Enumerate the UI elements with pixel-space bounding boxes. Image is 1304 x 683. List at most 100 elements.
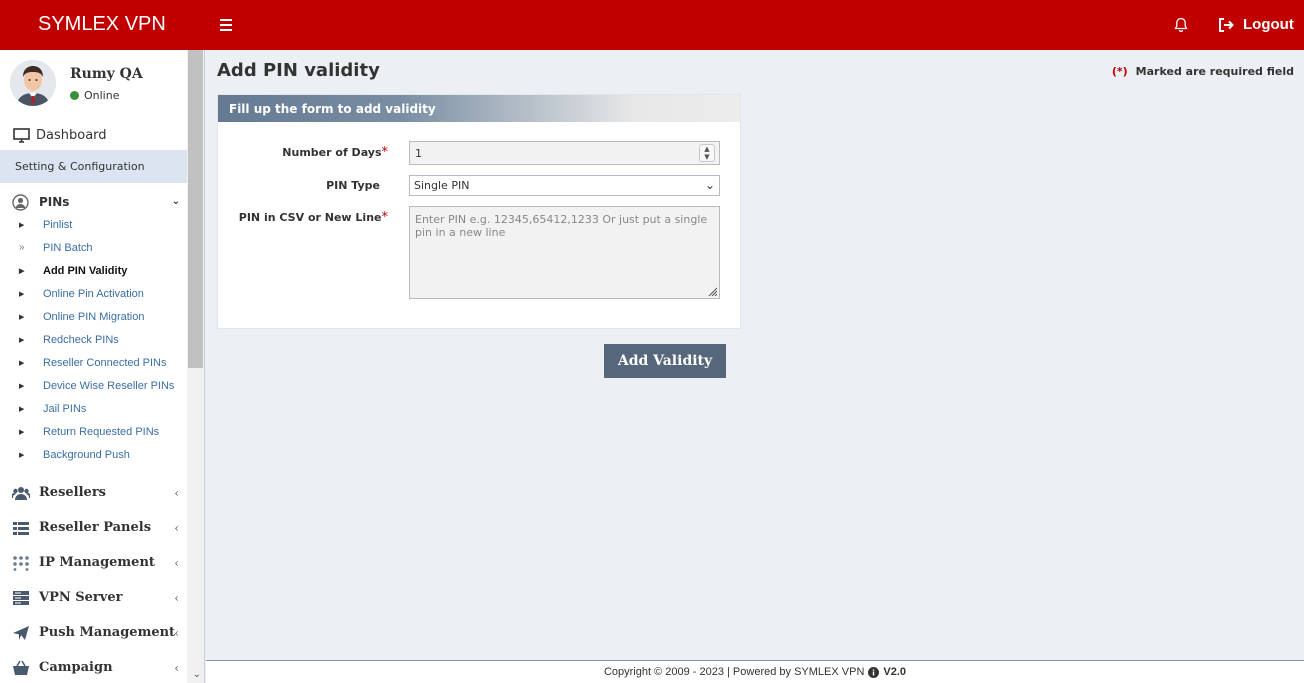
footer-version: V2.0 [883,666,907,678]
sidebar-item-campaign[interactable]: Campaign ‹ [0,650,188,683]
sidebar-item-push-management[interactable]: Push Management ‹ [0,615,188,650]
sidebar-item-return-requested-pins[interactable]: ▶ Return Requested PINs [0,420,188,443]
sidebar-scrollbar-thumb[interactable] [188,50,203,368]
pins-label: PIN in CSV or New Line* [228,210,388,225]
pins-textarea-placeholder: Enter PIN e.g. 12345,65412,1233 Or just … [415,213,708,239]
sidebar-item-redcheck-pins[interactable]: ▶ Redcheck PINs [0,328,188,351]
user-name: Rumy QA [70,66,143,82]
sidebar-item-label: Background Push [43,448,130,461]
chevron-down-icon: ⌄ [171,196,180,207]
number-stepper-icon[interactable]: ▲ ▼ [699,144,715,162]
paper-plane-icon [13,625,29,640]
sidebar-item-label: Return Requested PINs [43,425,160,438]
caret-right-icon: ▶ [19,313,25,321]
sidebar-item-reseller-connected-pins[interactable]: ▶ Reseller Connected PINs [0,351,188,374]
sidebar-item-label: Reseller Connected PINs [43,356,167,369]
sidebar-item-pin-batch[interactable]: » PIN Batch [0,236,188,259]
sidebar-item-label: Reseller Panels [39,520,152,535]
sidebar-item-setting-configuration[interactable]: Setting & Configuration [0,150,188,183]
required-star: * [381,145,389,160]
sidebar-item-label: Campaign [39,660,113,675]
caret-right-icon: ▶ [19,290,25,298]
chevron-left-icon: ‹ [174,660,179,675]
form-panel-header: Fill up the form to add validity [218,95,740,122]
sidebar-item-label: IP Management [39,555,155,570]
sidebar-item-jail-pins[interactable]: ▶ Jail PINs [0,397,188,420]
caret-right-icon: ▶ [19,451,25,459]
number-of-days-value: 1 [415,147,422,160]
logout-label: Logout [1243,16,1294,33]
sidebar-item-label: Online PIN Migration [43,310,145,323]
required-note-text: Marked are required field [1135,65,1294,78]
required-mark: (*) [1111,65,1128,78]
sidebar-item-label: PIN Batch [43,241,93,254]
sidebar-item-device-wise-reseller-pins[interactable]: ▶ Device Wise Reseller PINs [0,374,188,397]
sidebar-item-label: Setting & Configuration [15,160,145,173]
sidebar-item-label: Redcheck PINs [43,333,119,346]
user-status: Online [70,89,119,102]
sidebar-item-online-pin-migration[interactable]: ▶ Online PIN Migration [0,305,188,328]
sidebar-item-online-pin-activation[interactable]: ▶ Online Pin Activation [0,282,188,305]
sidebar-item-reseller-panels[interactable]: Reseller Panels ‹ [0,510,188,545]
sidebar-item-label: PINs [39,195,70,209]
page-title: Add PIN validity [217,60,380,81]
sidebar-item-pins[interactable]: PINs ⌄ [0,191,188,213]
caret-right-icon: ▶ [19,405,25,413]
double-chevron-right-icon: » [19,242,25,253]
bell-icon[interactable] [1173,17,1189,33]
sidebar-item-label: Add PIN Validity [43,264,128,277]
caret-right-icon: ▶ [19,336,25,344]
form-panel: Fill up the form to add validity Number … [217,94,741,329]
info-icon [868,666,880,678]
sidebar-scrollbar[interactable]: ⌄ [187,50,204,683]
sidebar-item-vpn-server[interactable]: VPN Server ‹ [0,580,188,615]
sidebar-item-add-pin-validity[interactable]: ▶ Add PIN Validity [0,259,188,282]
pins-textarea[interactable]: Enter PIN e.g. 12345,65412,1233 Or just … [409,206,720,299]
footer: Copyright © 2009 - 2023 | Powered by SYM… [206,660,1304,683]
chevron-left-icon: ‹ [174,555,179,570]
sidebar-item-background-push[interactable]: ▶ Background Push [0,443,188,466]
scroll-down-arrow-icon[interactable]: ⌄ [193,669,201,680]
logout-button[interactable]: Logout [1217,16,1294,33]
chevron-left-icon: ‹ [174,485,179,500]
users-icon [12,486,30,500]
list-icon [13,521,29,535]
menu-toggle-icon[interactable] [220,19,232,31]
brand-logo-text[interactable]: SYMLEX VPN [38,13,166,36]
sidebar-item-label: Online Pin Activation [43,287,144,300]
caret-right-icon: ▶ [19,428,25,436]
user-circle-icon [12,193,29,211]
chevron-left-icon: ‹ [174,625,179,640]
number-of-days-input[interactable]: 1 ▲ ▼ [409,141,720,165]
sidebar-item-label: Push Management [39,625,176,640]
network-icon [13,555,29,571]
caret-right-icon: ▶ [19,267,25,275]
sidebar-item-resellers[interactable]: Resellers ‹ [0,475,188,510]
footer-copyright: Copyright © 2009 - 2023 | Powered by SYM… [603,666,865,678]
sidebar-item-label: Device Wise Reseller PINs [43,379,175,392]
required-field-note: (*) Marked are required field [1112,65,1294,78]
pin-type-select[interactable]: Single PIN ⌄ [409,175,720,196]
resize-handle-icon[interactable] [707,286,717,296]
main-menu: Resellers ‹ Reseller Panels ‹ IP Managem… [0,475,188,683]
sidebar-item-ip-management[interactable]: IP Management ‹ [0,545,188,580]
sidebar-item-label: Jail PINs [43,402,87,415]
days-label: Number of Days* [228,145,388,160]
add-validity-button[interactable]: Add Validity [604,344,726,378]
chevron-left-icon: ‹ [174,590,179,605]
sidebar-item-label: Pinlist [43,218,73,231]
sidebar: Rumy QA Online Dashboard Setting & Confi… [0,50,205,683]
sidebar-item-label: VPN Server [39,590,123,605]
user-panel: Rumy QA Online [10,60,190,110]
top-navbar: SYMLEX VPN Logout [0,0,1304,50]
avatar [10,60,56,106]
sidebar-item-pinlist[interactable]: ▶ Pinlist [0,213,188,236]
pins-submenu: ▶ Pinlist » PIN Batch ▶ Add PIN Validity ▶ O… [0,213,188,466]
sidebar-item-dashboard[interactable]: Dashboard [0,120,188,150]
basket-icon [13,660,29,675]
monitor-icon [13,127,30,143]
required-star: * [381,210,389,225]
chevron-left-icon: ‹ [174,520,179,535]
days-label-text: Number of Days [282,146,382,159]
online-status-dot-icon [70,91,79,100]
